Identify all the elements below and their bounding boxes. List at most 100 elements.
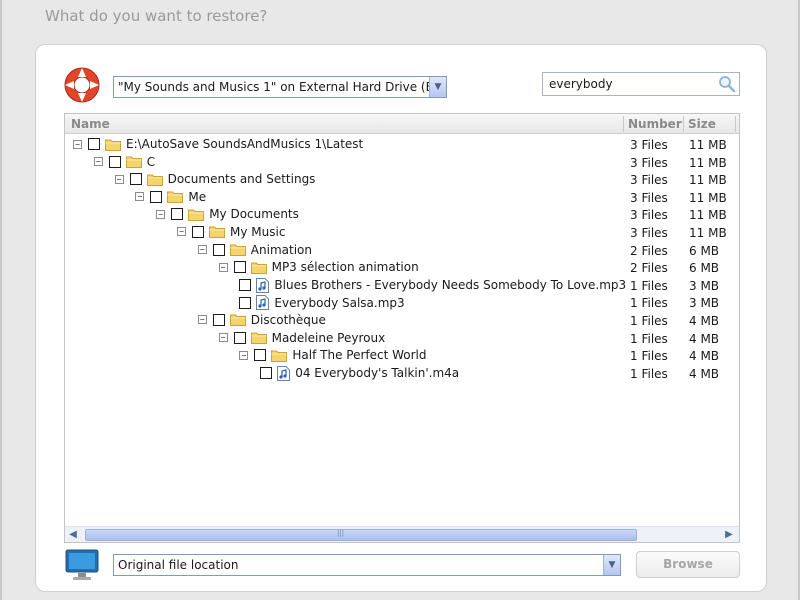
collapse-icon[interactable]: − bbox=[135, 192, 145, 202]
search-input-value: everybody bbox=[549, 77, 613, 91]
tree-row[interactable]: − C 3 Files 11 MB bbox=[65, 154, 739, 172]
tree-row-label: E:\AutoSave SoundsAndMusics 1\Latest bbox=[126, 137, 364, 151]
row-checkbox[interactable] bbox=[239, 296, 252, 309]
column-divider[interactable] bbox=[735, 116, 736, 132]
folder-icon bbox=[167, 191, 184, 204]
tree-row-size: 4 MB bbox=[689, 349, 720, 364]
monitor-icon bbox=[65, 549, 99, 580]
collapse-icon[interactable]: − bbox=[197, 245, 207, 255]
folder-icon bbox=[209, 226, 225, 239]
tree-row-name-cell: 04 Everybody's Talkin'.m4a bbox=[260, 365, 460, 381]
folder-icon bbox=[250, 332, 267, 345]
tree-row-name-cell: Everybody Salsa.mp3 bbox=[239, 295, 405, 311]
tree-row-file-count: 3 Files bbox=[630, 138, 668, 152]
chevron-down-icon[interactable]: ▼ bbox=[603, 555, 620, 575]
column-header-size[interactable]: Size bbox=[688, 117, 716, 131]
tree-row-file-count: 1 Files bbox=[630, 278, 668, 293]
tree-row[interactable]: Everybody Salsa.mp3 1 Files 3 MB bbox=[65, 294, 739, 312]
tree-row[interactable]: − E:\AutoSave SoundsAndMusics 1\Latest 3 F… bbox=[65, 136, 739, 154]
tree-row-label: My Music bbox=[230, 224, 286, 239]
search-icon[interactable] bbox=[717, 74, 737, 94]
window-edge-left bbox=[0, 0, 2, 600]
tree-row-label: Me bbox=[188, 189, 207, 204]
chevron-down-icon[interactable]: ▼ bbox=[429, 77, 446, 97]
folder-icon bbox=[105, 139, 121, 151]
tree-row[interactable]: 04 Everybody's Talkin'.m4a 1 Files 4 MB bbox=[65, 365, 739, 383]
row-checkbox[interactable] bbox=[192, 225, 204, 238]
collapse-icon[interactable]: − bbox=[177, 227, 186, 237]
row-checkbox[interactable] bbox=[212, 243, 225, 256]
column-header-number[interactable]: Number bbox=[628, 117, 682, 131]
row-checkbox[interactable] bbox=[254, 349, 267, 362]
folder-icon bbox=[188, 209, 205, 221]
tree-row-size: 4 MB bbox=[689, 366, 720, 381]
folder-icon bbox=[229, 244, 246, 257]
file-tree: Name Number Size − E:\AutoSave SoundsAndM… bbox=[64, 113, 740, 543]
scrollbar-thumb[interactable] bbox=[85, 529, 637, 541]
tree-row-file-count: 2 Files bbox=[630, 261, 668, 276]
tree-row[interactable]: Blues Brothers - Everybody Needs Somebod… bbox=[65, 277, 739, 295]
column-divider[interactable] bbox=[683, 116, 684, 132]
tree-row[interactable]: − My Documents 3 Files 11 MB bbox=[65, 206, 739, 224]
music-file-icon bbox=[256, 295, 270, 311]
row-checkbox[interactable] bbox=[171, 208, 184, 221]
tree-row-name-cell: − Discothèque bbox=[197, 313, 326, 327]
tree-row-label: Animation bbox=[250, 242, 312, 257]
destination-select[interactable]: Original file location ▼ bbox=[113, 554, 621, 576]
tree-row-label: 04 Everybody's Talkin'.m4a bbox=[295, 366, 460, 381]
source-select[interactable]: "My Sounds and Musics 1" on External Har… bbox=[113, 76, 447, 98]
tree-row-file-count: 3 Files bbox=[630, 225, 668, 240]
collapse-icon[interactable]: − bbox=[218, 333, 228, 343]
lifebuoy-icon bbox=[64, 67, 100, 103]
folder-icon bbox=[229, 314, 246, 327]
collapse-icon[interactable]: − bbox=[156, 209, 166, 219]
collapse-icon[interactable]: − bbox=[93, 157, 103, 167]
row-checkbox[interactable] bbox=[129, 173, 142, 186]
collapse-icon[interactable]: − bbox=[114, 174, 124, 184]
music-file-icon bbox=[256, 277, 270, 293]
browse-button[interactable]: Browse bbox=[636, 551, 740, 578]
row-checkbox[interactable] bbox=[150, 190, 163, 203]
tree-row-file-count: 1 Files bbox=[630, 366, 668, 381]
horizontal-scrollbar[interactable]: ◀ ||| ▶ bbox=[65, 526, 739, 542]
tree-row[interactable]: − Animation 2 Files 6 MB bbox=[65, 242, 739, 260]
tree-row-size: 11 MB bbox=[689, 138, 727, 152]
row-checkbox[interactable] bbox=[88, 138, 100, 150]
tree-row[interactable]: − Half The Perfect World 1 Files 4 MB bbox=[65, 347, 739, 365]
tree-row-name-cell: − C bbox=[93, 155, 155, 169]
row-checkbox[interactable] bbox=[212, 313, 225, 326]
destination-select-value: Original file location bbox=[118, 558, 239, 572]
tree-row-size: 3 MB bbox=[689, 278, 720, 293]
tree-row-name-cell: − Me bbox=[135, 190, 206, 204]
tree-row-size: 4 MB bbox=[689, 313, 720, 328]
tree-row-name-cell: Blues Brothers - Everybody Needs Somebod… bbox=[239, 277, 627, 293]
tree-row[interactable]: − My Music 3 Files 11 MB bbox=[65, 224, 739, 242]
tree-row[interactable]: − Discothèque 1 Files 4 MB bbox=[65, 312, 739, 330]
tree-row[interactable]: − Me 3 Files 11 MB bbox=[65, 189, 739, 207]
scroll-left-icon[interactable]: ◀ bbox=[67, 529, 79, 541]
collapse-icon[interactable]: − bbox=[197, 315, 207, 325]
column-divider[interactable] bbox=[623, 116, 624, 132]
tree-row-name-cell: − E:\AutoSave SoundsAndMusics 1\Latest bbox=[73, 137, 363, 151]
row-checkbox[interactable] bbox=[233, 331, 246, 344]
page-title: What do you want to restore? bbox=[45, 7, 268, 25]
collapse-icon[interactable]: − bbox=[218, 262, 228, 272]
tree-row-file-count: 1 Files bbox=[630, 296, 668, 311]
search-input[interactable]: everybody bbox=[542, 72, 740, 96]
scroll-right-icon[interactable]: ▶ bbox=[723, 529, 735, 541]
row-checkbox[interactable] bbox=[260, 367, 273, 380]
collapse-icon[interactable]: − bbox=[239, 350, 249, 360]
row-checkbox[interactable] bbox=[239, 279, 252, 292]
tree-row-file-count: 3 Files bbox=[630, 190, 668, 205]
tree-row-size: 6 MB bbox=[689, 261, 720, 276]
tree-row[interactable]: − Documents and Settings 3 Files 11 MB bbox=[65, 171, 739, 189]
row-checkbox[interactable] bbox=[233, 261, 246, 274]
collapse-icon[interactable]: − bbox=[73, 139, 82, 149]
tree-row-name-cell: − Documents and Settings bbox=[114, 172, 315, 186]
tree-row[interactable]: − MP3 sélection animation 2 Files 6 MB bbox=[65, 259, 739, 277]
tree-row-label: Blues Brothers - Everybody Needs Somebod… bbox=[274, 278, 627, 293]
column-header-name[interactable]: Name bbox=[71, 117, 110, 131]
row-checkbox[interactable] bbox=[108, 155, 121, 168]
tree-row-size: 6 MB bbox=[689, 243, 720, 258]
tree-row[interactable]: − Madeleine Peyroux 1 Files 4 MB bbox=[65, 330, 739, 348]
